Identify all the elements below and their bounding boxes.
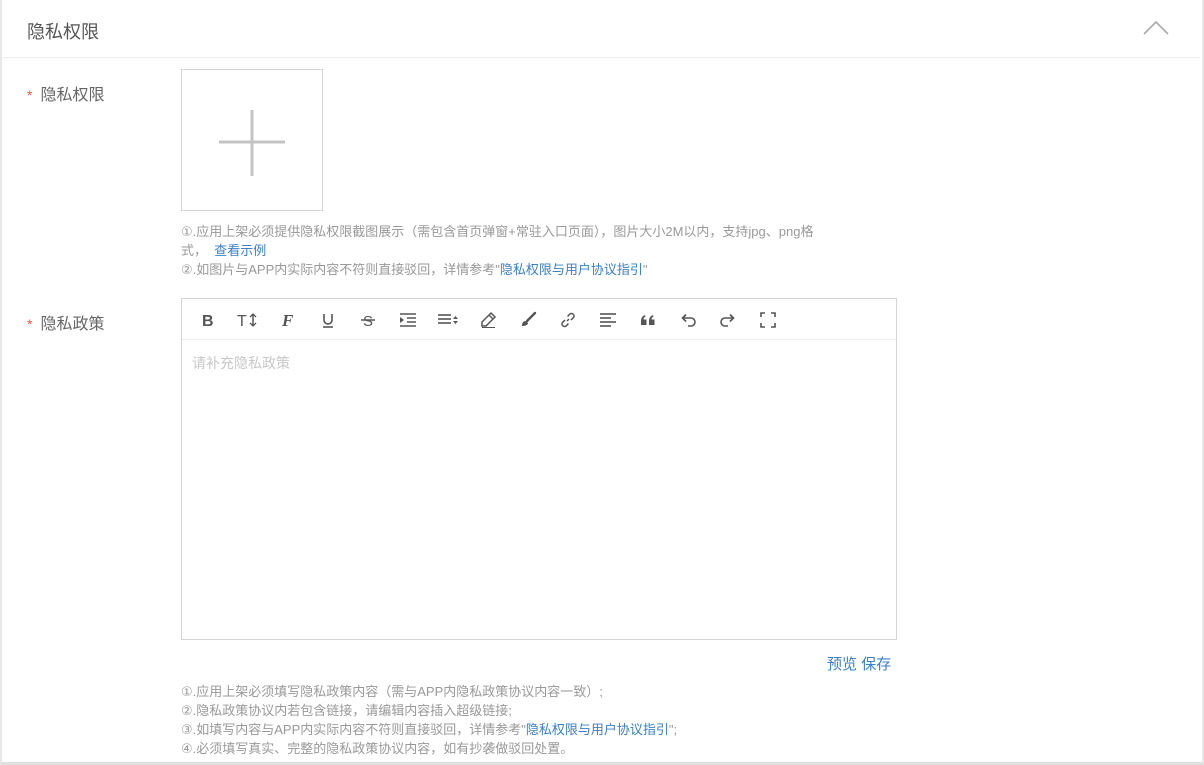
label-text: 隐私权限 bbox=[40, 87, 105, 104]
underline-icon[interactable] bbox=[317, 309, 339, 331]
editor-placeholder[interactable]: 请补充隐私政策 bbox=[192, 353, 290, 373]
required-mark: * bbox=[27, 87, 33, 103]
help-line-1b: 式， 查看示例 bbox=[181, 243, 267, 258]
redo-icon[interactable] bbox=[717, 309, 739, 331]
eraser-icon[interactable] bbox=[477, 309, 499, 331]
section-header[interactable]: 隐私权限 bbox=[2, 0, 1200, 58]
help-line-4: ④.必须填写真实、完整的隐私政策协议内容，如有抄袭做驳回处置。 bbox=[181, 741, 574, 756]
fullscreen-icon[interactable] bbox=[757, 309, 779, 331]
align-left-icon[interactable] bbox=[597, 309, 619, 331]
help-line-1: ①.应用上架必须提供隐私权限截图展示（需包含首页弹窗+常驻入口页面），图片大小2… bbox=[181, 224, 814, 239]
link-icon[interactable] bbox=[557, 309, 579, 331]
save-button[interactable]: 保存 bbox=[861, 656, 891, 673]
quote-icon[interactable] bbox=[637, 309, 659, 331]
preview-button[interactable]: 预览 bbox=[827, 656, 857, 673]
help-line-3: ③.如填写内容与APP内实际内容不符则直接驳回，详情参考"隐私权限与用户协议指引… bbox=[181, 722, 678, 737]
editor-toolbar: B T F S bbox=[182, 299, 896, 340]
undo-icon[interactable] bbox=[677, 309, 699, 331]
brush-icon[interactable] bbox=[517, 309, 539, 331]
svg-text:T: T bbox=[237, 313, 247, 328]
editor-actions: 预览 保存 bbox=[827, 653, 891, 674]
section-title: 隐私权限 bbox=[27, 22, 99, 42]
guide-link[interactable]: 隐私权限与用户协议指引 bbox=[500, 262, 643, 277]
bold-icon[interactable]: B bbox=[197, 309, 219, 331]
text-size-icon[interactable]: T bbox=[237, 309, 259, 331]
rich-text-editor[interactable]: B T F S 请补充隐私政策 bbox=[181, 298, 897, 640]
privacy-policy-label: * 隐私政策 bbox=[27, 310, 104, 334]
svg-text:F: F bbox=[281, 312, 294, 328]
help-line-2: ②.隐私政策协议内若包含链接，请编辑内容插入超级链接; bbox=[181, 703, 512, 718]
help-line-1: ①.应用上架必须填写隐私政策内容（需与APP内隐私政策协议内容一致）; bbox=[181, 684, 603, 699]
privacy-permission-label: * 隐私权限 bbox=[27, 81, 104, 105]
privacy-policy-help: ①.应用上架必须填写隐私政策内容（需与APP内隐私政策协议内容一致）; ②.隐私… bbox=[181, 682, 677, 758]
line-height-icon[interactable] bbox=[437, 309, 459, 331]
required-mark: * bbox=[27, 316, 33, 332]
chevron-up-icon[interactable] bbox=[1142, 18, 1170, 38]
label-text: 隐私政策 bbox=[40, 316, 105, 333]
guide-link[interactable]: 隐私权限与用户协议指引 bbox=[526, 722, 669, 737]
view-example-link[interactable]: 查看示例 bbox=[214, 243, 266, 258]
image-upload-button[interactable] bbox=[181, 69, 323, 211]
font-family-icon[interactable]: F bbox=[277, 309, 299, 331]
strikethrough-icon[interactable]: S bbox=[357, 309, 379, 331]
plus-icon bbox=[219, 110, 285, 176]
privacy-permission-help: ①.应用上架必须提供隐私权限截图展示（需包含首页弹窗+常驻入口页面），图片大小2… bbox=[181, 222, 813, 279]
svg-text:B: B bbox=[202, 313, 214, 328]
indent-icon[interactable] bbox=[397, 309, 419, 331]
help-line-2: ②.如图片与APP内实际内容不符则直接驳回，详情参考"隐私权限与用户协议指引" bbox=[181, 262, 648, 277]
